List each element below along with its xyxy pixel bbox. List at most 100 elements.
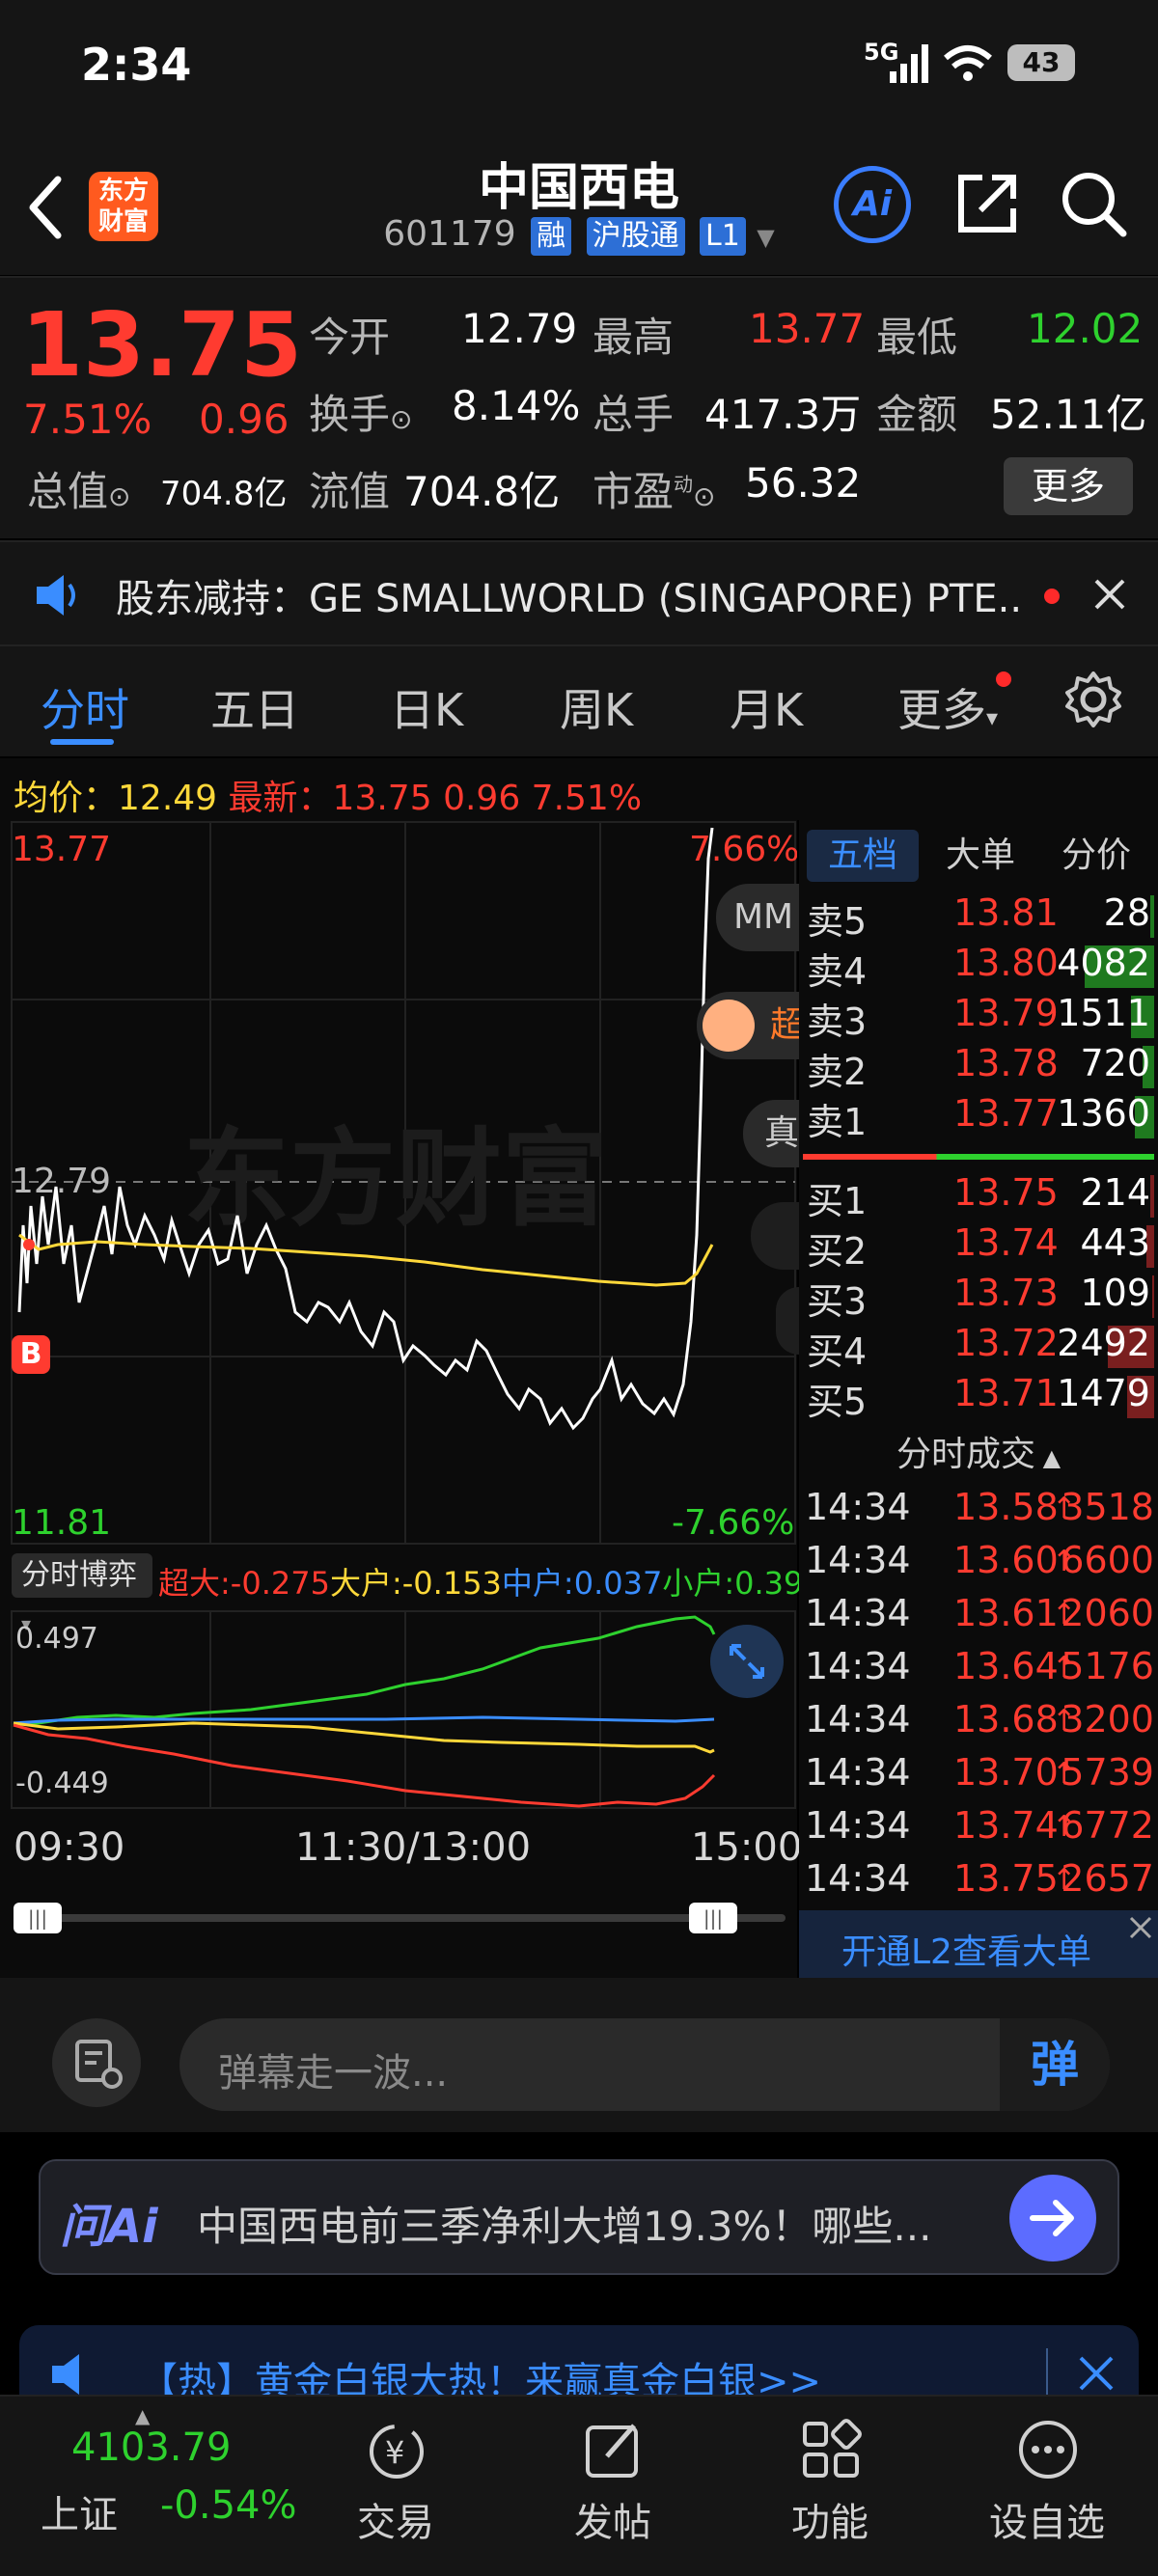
nav-functions[interactable]: 功能 <box>714 2397 946 2576</box>
nav-add-watchlist[interactable]: 设自选 <box>931 2397 1158 2576</box>
high-value: 13.77 <box>749 305 866 352</box>
close-icon[interactable] <box>1092 577 1127 612</box>
ai-go-button[interactable] <box>1009 2175 1096 2261</box>
danmaku-send-button[interactable]: 弹 <box>1000 2018 1110 2111</box>
bid-row[interactable]: 买2 13.74 443 <box>799 1221 1158 1273</box>
settings-gear-icon[interactable] <box>1063 670 1123 729</box>
ask-row[interactable]: 卖2 13.78 720 <box>799 1042 1158 1093</box>
tab-5day[interactable]: 五日 <box>210 675 299 739</box>
more-button[interactable]: 更多 <box>1004 457 1133 515</box>
tab-monthly-k[interactable]: 月K <box>730 675 803 739</box>
flow-select[interactable]: 分时博弈 ▾ <box>12 1553 152 1635</box>
tab-weekly-k[interactable]: 周K <box>560 675 633 739</box>
bid-price: 13.71 <box>953 1372 1059 1414</box>
status-time: 2:34 <box>81 39 192 91</box>
mktcap-value: 704.8亿 <box>160 475 288 513</box>
ask-row[interactable]: 卖1 13.77 1360 <box>799 1092 1158 1143</box>
ask-row[interactable]: 卖3 13.79 1511 <box>799 992 1158 1043</box>
trade-time: 14:34 <box>805 1486 911 1528</box>
bid-row[interactable]: 买5 13.71 1479 <box>799 1372 1158 1423</box>
watermark: 东方财富 <box>183 1117 608 1241</box>
trade-volume: 5739 <box>1061 1751 1154 1794</box>
pe-sup: 动 <box>674 473 694 496</box>
speaker-icon <box>37 575 75 616</box>
bid-row[interactable]: 买3 13.73 109 <box>799 1272 1158 1323</box>
bid-row[interactable]: 买4 13.72 2492 <box>799 1322 1158 1373</box>
expand-icon[interactable] <box>710 1625 784 1698</box>
last-value: 13.75 <box>332 779 432 818</box>
danmaku-placeholder: 弹幕走一波... <box>218 2051 449 2096</box>
trade-volume: 3200 <box>1061 1698 1154 1740</box>
danmaku-toggle-icon[interactable] <box>52 2018 141 2107</box>
change-amount: 0.96 <box>199 396 290 443</box>
ask-price: 13.77 <box>953 1092 1059 1135</box>
side-button-real[interactable]: 真 <box>743 1100 799 1167</box>
tab-big-order[interactable]: 大单 <box>924 830 1036 882</box>
nav-post[interactable]: 发帖 <box>497 2397 729 2576</box>
speaker-icon <box>52 2354 79 2395</box>
ask-row[interactable]: 卖5 13.81 28 <box>799 891 1158 943</box>
edit-icon <box>586 2424 638 2478</box>
signal-icon <box>890 44 928 83</box>
bid-volume-bar <box>1150 1175 1154 1218</box>
bid-volume-bar <box>1152 1275 1154 1318</box>
announcement-ticker[interactable]: 股东减持：GE SMALLWORLD (SINGAPORE) PTE.. <box>0 540 1158 644</box>
flow-svg: 0.497 -0.449 <box>11 1610 796 1809</box>
trade-volume: 2657 <box>1061 1857 1154 1900</box>
nav-trade[interactable]: ¥ 交易 <box>280 2397 511 2576</box>
float-label: 流值 <box>309 468 391 515</box>
buy-marker[interactable]: B <box>12 1335 50 1374</box>
range-handle-left[interactable]: ||| <box>14 1903 62 1933</box>
flow-big-value: -0.153 <box>401 1565 502 1602</box>
dropdown-icon[interactable]: ▼ <box>757 224 774 251</box>
ai-question-bar[interactable]: 问Ai 中国西电前三季净利大增19.3%！哪些... <box>39 2159 1119 2275</box>
arrow-right-icon <box>1030 2200 1074 2236</box>
flow-super-value: -0.275 <box>230 1565 330 1602</box>
ask-volume: 720 <box>1080 1042 1150 1084</box>
side-button-mm[interactable]: MM <box>716 884 799 951</box>
pe-label: 市盈动⊙ <box>593 459 715 518</box>
turnover-value: 8.14% <box>452 382 581 429</box>
ask-label: 卖3 <box>807 1000 868 1043</box>
bid-row[interactable]: 买1 13.75 214 <box>799 1171 1158 1222</box>
tab-price-split[interactable]: 分价 <box>1040 830 1152 882</box>
book-tabs: 五档 大单 分价 <box>799 830 1158 886</box>
tab-daily-k[interactable]: 日K <box>390 675 463 739</box>
trades-title[interactable]: 分时成交 ▲ <box>799 1426 1158 1476</box>
intraday-chart[interactable]: 东方财富 13.77 7.66% 12.79 11.81 -7.66% B MM… <box>0 820 799 1546</box>
tab-five-level[interactable]: 五档 <box>807 830 919 882</box>
ask-volume: 28 <box>1103 891 1150 934</box>
side-button-collapsed-2[interactable] <box>776 1287 799 1355</box>
tab-intraday[interactable]: 分时 <box>41 675 129 739</box>
more-circle-icon <box>1019 2421 1077 2479</box>
avg-value: 12.49 <box>118 779 218 818</box>
range-handle-right[interactable]: ||| <box>689 1903 737 1933</box>
bid-label: 买1 <box>807 1180 868 1222</box>
ask-volume: 1360 <box>1057 1092 1150 1135</box>
bid-price: 13.75 <box>953 1171 1059 1214</box>
index-widget[interactable]: ▲ 4103.79 上证 -0.54% <box>0 2397 297 2576</box>
danmaku-input[interactable]: 弹幕走一波... 弹 <box>179 2018 1110 2111</box>
trade-time: 14:34 <box>805 1751 911 1794</box>
ask-row[interactable]: 卖4 13.80 4082 <box>799 942 1158 993</box>
bid-label: 买2 <box>807 1230 868 1273</box>
bottom-price-label: 11.81 <box>12 1503 111 1543</box>
info-icon[interactable]: ⊙ <box>108 480 130 512</box>
price-summary-row: 均价：12.49 最新：13.75 0.96 7.51% <box>0 758 1158 820</box>
trade-volume: 6772 <box>1061 1804 1154 1847</box>
ai-button[interactable]: Ai <box>834 166 911 243</box>
fund-flow-panel: 分时博弈 ▾ 超大:-0.275大户:-0.153中户:0.037小户:0.39… <box>0 1546 823 1978</box>
flow-select-label: 分时博弈 <box>21 1558 137 1592</box>
info-icon[interactable]: ⊙ <box>693 480 715 512</box>
share-icon[interactable] <box>953 170 1021 237</box>
prev-close-label: 12.79 <box>12 1162 111 1201</box>
close-icon[interactable] <box>1077 2354 1116 2393</box>
range-scrollbar[interactable] <box>14 1914 786 1922</box>
close-icon[interactable] <box>1127 1914 1154 1941</box>
nav-trade-label: 交易 <box>357 2501 434 2545</box>
turnover-label-text: 换手 <box>309 391 391 438</box>
tab-more[interactable]: 更多▾ <box>897 675 998 739</box>
search-icon[interactable] <box>1060 170 1129 239</box>
info-icon[interactable]: ⊙ <box>390 403 412 435</box>
l2-upsell[interactable]: 开通L2查看大单 <box>799 1910 1158 1978</box>
